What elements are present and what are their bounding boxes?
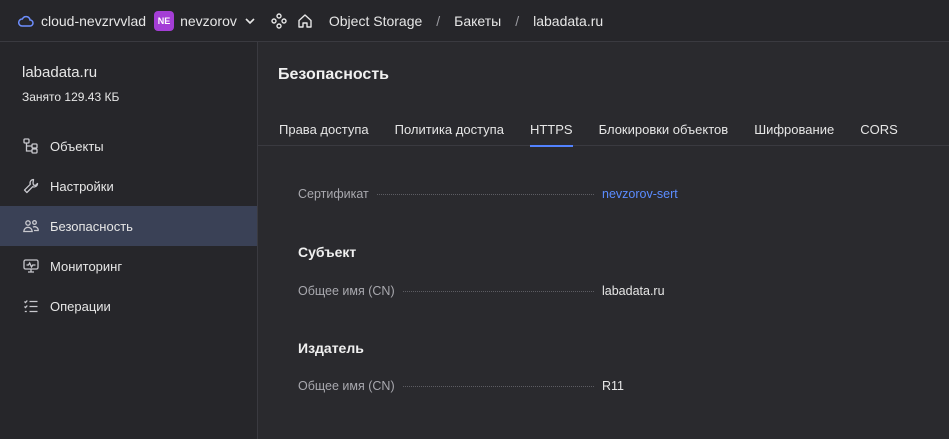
top-bar: cloud-nevzrvvlad NE nevzorov Object Stor… [0, 0, 949, 42]
services-icon[interactable] [271, 12, 287, 29]
subject-cn-label: Общее имя (CN) [298, 284, 395, 298]
sidebar-item-operations[interactable]: Операции [0, 286, 257, 326]
avatar: NE [154, 10, 175, 31]
dotted-leader [402, 291, 594, 292]
subject-cn-value: labadata.ru [602, 284, 665, 298]
breadcrumb-object-storage[interactable]: Object Storage [329, 13, 422, 29]
tabs: Права доступа Политика доступа HTTPS Бло… [258, 112, 949, 147]
sidebar-item-label: Операции [50, 298, 111, 314]
tab-https[interactable]: HTTPS [529, 112, 573, 147]
bucket-usage: Занято 129.43 КБ [22, 90, 120, 104]
sidebar-item-settings[interactable]: Настройки [0, 166, 257, 206]
tab-access-policy[interactable]: Политика доступа [395, 112, 504, 146]
objects-icon [22, 137, 40, 155]
sidebar-item-monitoring[interactable]: Мониторинг [0, 246, 257, 286]
sidebar-item-label: Объекты [50, 138, 104, 154]
issuer-cn-value: R11 [602, 379, 625, 393]
sidebar-item-label: Мониторинг [50, 258, 123, 274]
tab-encryption[interactable]: Шифрование [754, 112, 834, 146]
wrench-icon [22, 177, 40, 195]
breadcrumb-current: labadata.ru [533, 12, 604, 29]
issuer-title: Издатель [298, 340, 364, 356]
issuer-cn-label: Общее имя (CN) [298, 379, 395, 393]
sidebar-item-label: Настройки [50, 178, 114, 194]
monitor-icon [22, 257, 40, 275]
sidebar-item-label: Безопасность [50, 218, 133, 234]
cloud-name: cloud-nevzrvvlad [41, 12, 147, 29]
certificate-link[interactable]: nevzorov-sert [602, 187, 698, 201]
bucket-name: labadata.ru [22, 64, 98, 81]
sidebar-item-objects[interactable]: Объекты [0, 126, 257, 166]
sidebar-nav: Объекты Настройки Безопасность Мониторин… [0, 126, 257, 326]
cloud-icon [17, 12, 35, 30]
breadcrumb-separator: / [436, 12, 441, 29]
page-title: Безопасность [278, 66, 389, 83]
home-icon[interactable] [297, 13, 313, 29]
certificate-label: Сертификат [298, 187, 369, 201]
cloud-selector[interactable]: cloud-nevzrvvlad [17, 12, 146, 30]
tab-access-rights[interactable]: Права доступа [279, 112, 369, 146]
tab-cors[interactable]: CORS [860, 112, 898, 146]
user-name: nevzorov [180, 12, 237, 29]
subject-title: Субъект [298, 244, 357, 260]
issuer-cn-row: Общее имя (CN) R11 [298, 379, 698, 393]
user-menu[interactable]: NE nevzorov [146, 10, 257, 31]
list-icon [22, 297, 40, 315]
sidebar: labadata.ru Занято 129.43 КБ Объекты Нас… [0, 42, 258, 439]
sidebar-item-security[interactable]: Безопасность [0, 206, 257, 246]
chevron-down-icon [243, 14, 257, 28]
certificate-row: Сертификат nevzorov-sert [298, 187, 698, 201]
users-icon [22, 217, 40, 235]
dotted-leader [376, 194, 594, 195]
main-content: Безопасность Права доступа Политика дост… [258, 42, 949, 439]
subject-cn-row: Общее имя (CN) labadata.ru [298, 284, 698, 298]
breadcrumb-separator: / [515, 12, 520, 29]
tab-object-lock[interactable]: Блокировки объектов [599, 112, 729, 146]
dotted-leader [402, 386, 594, 387]
breadcrumb-buckets[interactable]: Бакеты [454, 13, 501, 29]
